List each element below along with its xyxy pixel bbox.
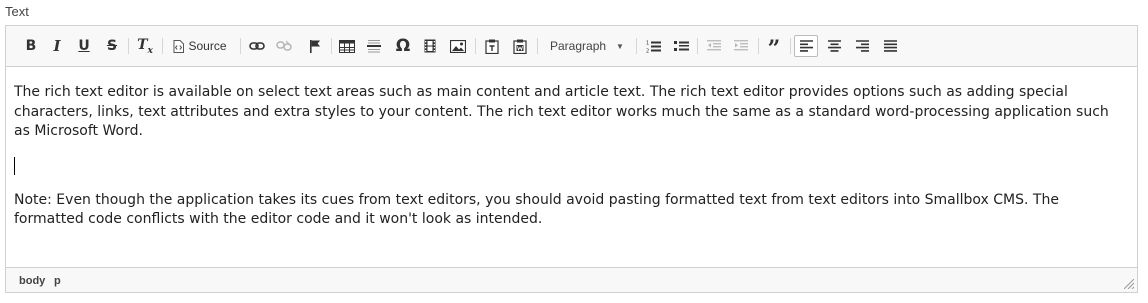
- bulleted-list-button[interactable]: [670, 35, 692, 57]
- align-right-icon: [855, 40, 869, 52]
- toolbar-separator: [790, 38, 791, 54]
- link-button[interactable]: [246, 35, 268, 57]
- table-icon: [339, 39, 355, 53]
- editor-statusbar: body p: [6, 267, 1137, 292]
- toolbar-separator: [636, 38, 637, 54]
- omega-icon: Ω: [395, 36, 411, 56]
- unlink-button[interactable]: [273, 35, 295, 57]
- media-button[interactable]: [419, 35, 441, 57]
- paste-word-icon: [513, 39, 527, 54]
- align-justify-button[interactable]: [879, 35, 901, 57]
- remove-format-button[interactable]: Tx: [134, 35, 156, 57]
- svg-text:2: 2: [646, 48, 649, 53]
- path-item-p[interactable]: p: [54, 275, 61, 287]
- quote-icon: ”: [767, 36, 781, 62]
- film-icon: [424, 39, 436, 53]
- source-label: Source: [188, 39, 227, 53]
- toolbar-separator: [128, 38, 129, 54]
- strikethrough-button[interactable]: S: [102, 35, 122, 57]
- align-center-button[interactable]: [823, 35, 845, 57]
- path-item-body[interactable]: body: [19, 275, 45, 287]
- editor-content[interactable]: The rich text editor is available on sel…: [14, 83, 1117, 245]
- unlink-icon: [276, 40, 292, 51]
- special-char-button[interactable]: Ω: [392, 35, 414, 57]
- toolbar-separator: [240, 38, 241, 54]
- bold-button[interactable]: B: [21, 35, 41, 57]
- image-icon: [450, 39, 466, 53]
- editor-toolbar: B I U S Tx Source Ω Paragraph ▼ 1 2 ”: [6, 26, 1137, 67]
- link-icon: [249, 42, 265, 50]
- align-left-icon: [799, 40, 813, 52]
- strikethrough-icon: S: [106, 38, 118, 54]
- content-paragraph[interactable]: Note: Even though the application takes …: [14, 191, 1117, 230]
- align-left-button[interactable]: [794, 35, 818, 57]
- horizontal-line-button[interactable]: [363, 35, 385, 57]
- remove-format-icon: Tx: [137, 36, 153, 56]
- bold-icon: B: [25, 38, 37, 54]
- field-label: Text: [5, 4, 29, 19]
- table-button[interactable]: [336, 35, 358, 57]
- toolbar-separator: [331, 38, 332, 54]
- italic-button[interactable]: I: [47, 35, 67, 57]
- toolbar-separator: [537, 38, 538, 54]
- svg-text:1: 1: [646, 40, 649, 46]
- source-button[interactable]: Source: [168, 35, 232, 57]
- blockquote-button[interactable]: ”: [763, 35, 785, 62]
- indent-button[interactable]: [730, 35, 752, 57]
- chevron-down-icon: ▼: [616, 41, 624, 51]
- content-paragraph[interactable]: The rich text editor is available on sel…: [14, 83, 1117, 142]
- format-select[interactable]: Paragraph ▼: [544, 35, 632, 57]
- align-center-icon: [827, 40, 841, 52]
- align-right-button[interactable]: [851, 35, 873, 57]
- toolbar-separator: [162, 38, 163, 54]
- empty-paragraph[interactable]: [14, 156, 1117, 176]
- toolbar-separator: [758, 38, 759, 54]
- rich-text-editor: B I U S Tx Source Ω Paragraph ▼ 1 2 ” Th…: [5, 25, 1138, 293]
- paste-word-button[interactable]: [509, 35, 531, 57]
- numbered-list-icon: 1 2: [646, 40, 661, 53]
- numbered-list-button[interactable]: 1 2: [642, 35, 664, 57]
- paste-text-button[interactable]: [481, 35, 503, 57]
- anchor-button[interactable]: [304, 35, 326, 57]
- toolbar-separator: [697, 38, 698, 54]
- resize-handle-icon[interactable]: [1124, 279, 1134, 289]
- paste-text-icon: [485, 39, 499, 54]
- format-select-value: Paragraph: [550, 39, 607, 53]
- underline-button[interactable]: U: [74, 35, 94, 57]
- source-icon: [173, 39, 185, 53]
- underline-icon: U: [78, 38, 90, 54]
- bulleted-list-icon: [673, 40, 689, 51]
- toolbar-separator: [475, 38, 476, 54]
- indent-icon: [734, 40, 748, 51]
- horizontal-line-icon: [367, 40, 381, 53]
- image-button[interactable]: [447, 35, 469, 57]
- outdent-button[interactable]: [703, 35, 725, 57]
- italic-icon: I: [53, 37, 61, 55]
- align-justify-icon: [883, 40, 897, 52]
- flag-icon: [310, 40, 321, 53]
- outdent-icon: [707, 40, 721, 51]
- text-caret: [14, 156, 15, 175]
